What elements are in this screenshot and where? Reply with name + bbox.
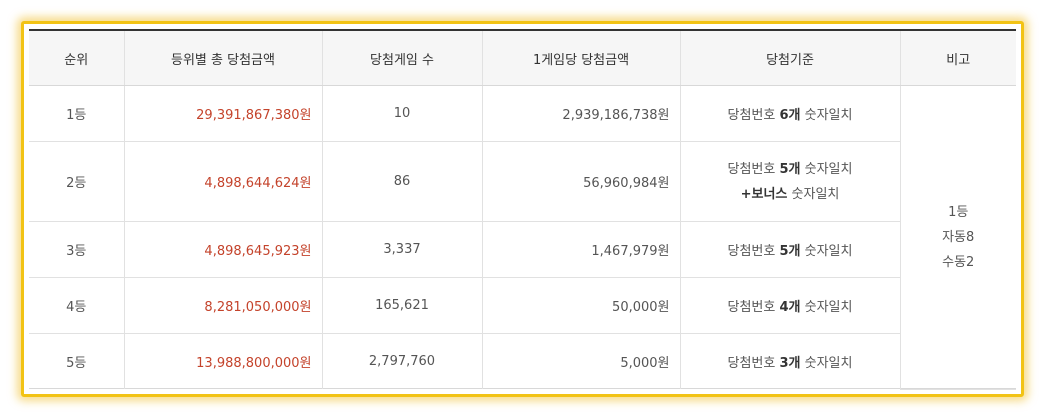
criteria-count: 5개 bbox=[779, 244, 801, 259]
criteria-text: 당첨번호 bbox=[727, 356, 780, 371]
table-row: 4등 8,281,050,000원 165,621 50,000원 당첨번호 4… bbox=[29, 277, 1016, 334]
total-amount-cell: 4,898,645,923원 bbox=[124, 221, 323, 278]
criteria-count: 3개 bbox=[779, 356, 801, 371]
criteria-cell: 당첨번호 4개 숫자일치 bbox=[680, 277, 901, 334]
header-rank: 순위 bbox=[29, 31, 125, 86]
total-amount-cell: 4,898,644,624원 bbox=[124, 141, 323, 222]
criteria-cell: 당첨번호 6개 숫자일치 bbox=[680, 85, 901, 142]
winning-games-cell: 86 bbox=[322, 141, 483, 222]
rank-cell: 4등 bbox=[29, 277, 125, 334]
note-manual-count: 수동2 bbox=[942, 254, 975, 270]
table-row: 5등 13,988,800,000원 2,797,760 5,000원 당첨번호… bbox=[29, 333, 1016, 389]
header-criteria: 당첨기준 bbox=[680, 31, 901, 86]
winning-games-cell: 10 bbox=[322, 85, 483, 142]
total-amount-cell: 29,391,867,380원 bbox=[124, 85, 323, 142]
per-game-amount-cell: 5,000원 bbox=[482, 333, 681, 389]
results-table-wrapper: 순위 등위별 총 당첨금액 당첨게임 수 1게임당 당첨금액 당첨기준 비고 1… bbox=[29, 29, 1016, 390]
winning-games-cell: 2,797,760 bbox=[322, 333, 483, 389]
criteria-cell: 당첨번호 3개 숫자일치 bbox=[680, 333, 901, 389]
prize-results-table: 순위 등위별 총 당첨금액 당첨게임 수 1게임당 당첨금액 당첨기준 비고 1… bbox=[29, 31, 1016, 390]
header-winning-games: 당첨게임 수 bbox=[322, 31, 483, 86]
criteria-text: 숫자일치 bbox=[800, 108, 853, 123]
table-row: 1등 29,391,867,380원 10 2,939,186,738원 당첨번… bbox=[29, 85, 1016, 390]
criteria-text: 숫자일치 bbox=[800, 161, 853, 177]
note-rank: 1등 bbox=[948, 204, 969, 220]
criteria-count: 4개 bbox=[779, 300, 801, 315]
rank-cell: 1등 bbox=[29, 85, 125, 142]
criteria-cell: 당첨번호 5개 숫자일치 bbox=[680, 221, 901, 278]
rank-cell: 5등 bbox=[29, 333, 125, 389]
note-cell: 1등 자동8 수동2 bbox=[900, 85, 1016, 390]
criteria-count: 5개 bbox=[779, 161, 801, 177]
table-row: 2등 4,898,644,624원 86 56,960,984원 당첨번호 5개… bbox=[29, 141, 1016, 222]
criteria-text: 당첨번호 bbox=[727, 300, 780, 315]
criteria-count: 6개 bbox=[779, 108, 801, 123]
criteria-text: 당첨번호 bbox=[727, 244, 780, 259]
winning-games-cell: 165,621 bbox=[322, 277, 483, 334]
criteria-text: 숫자일치 bbox=[800, 244, 853, 259]
criteria-text: 당첨번호 bbox=[727, 161, 780, 177]
total-amount-cell: 8,281,050,000원 bbox=[124, 277, 323, 334]
header-total-amount: 등위별 총 당첨금액 bbox=[124, 31, 323, 86]
criteria-bonus-line: +보너스 숫자일치 bbox=[681, 182, 900, 207]
note-auto-count: 자동8 bbox=[942, 229, 975, 245]
header-note: 비고 bbox=[900, 31, 1016, 86]
rank-cell: 2등 bbox=[29, 141, 125, 222]
per-game-amount-cell: 50,000원 bbox=[482, 277, 681, 334]
criteria-text: 숫자일치 bbox=[787, 186, 840, 202]
winning-games-cell: 3,337 bbox=[322, 221, 483, 278]
table-header-row: 순위 등위별 총 당첨금액 당첨게임 수 1게임당 당첨금액 당첨기준 비고 bbox=[29, 31, 1016, 86]
per-game-amount-cell: 2,939,186,738원 bbox=[482, 85, 681, 142]
per-game-amount-cell: 56,960,984원 bbox=[482, 141, 681, 222]
criteria-text: 숫자일치 bbox=[800, 300, 853, 315]
results-frame: 순위 등위별 총 당첨금액 당첨게임 수 1게임당 당첨금액 당첨기준 비고 1… bbox=[21, 21, 1024, 397]
header-per-game-amount: 1게임당 당첨금액 bbox=[482, 31, 681, 86]
criteria-text: 당첨번호 bbox=[727, 108, 780, 123]
total-amount-cell: 13,988,800,000원 bbox=[124, 333, 323, 389]
criteria-cell: 당첨번호 5개 숫자일치 +보너스 숫자일치 bbox=[680, 141, 901, 222]
criteria-line: 당첨번호 5개 숫자일치 bbox=[681, 157, 900, 182]
per-game-amount-cell: 1,467,979원 bbox=[482, 221, 681, 278]
criteria-text: 숫자일치 bbox=[800, 356, 853, 371]
rank-cell: 3등 bbox=[29, 221, 125, 278]
criteria-bonus: +보너스 bbox=[740, 186, 788, 202]
table-row: 3등 4,898,645,923원 3,337 1,467,979원 당첨번호 … bbox=[29, 221, 1016, 278]
